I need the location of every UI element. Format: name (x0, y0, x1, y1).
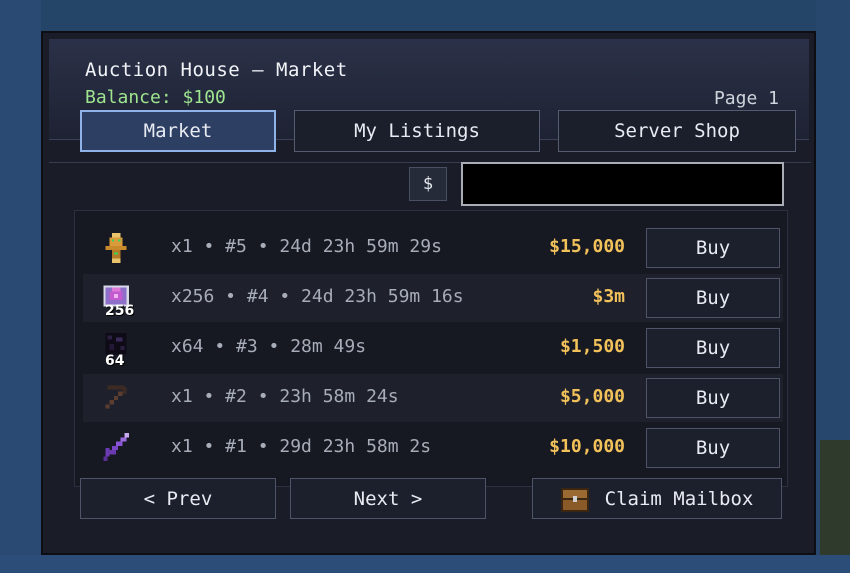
tab-label: Market (143, 120, 213, 142)
buy-button[interactable]: Buy (646, 378, 780, 418)
background-block (0, 555, 850, 573)
enchanted-crystal-icon: 256 (99, 281, 134, 319)
listing-info: x256 • #4 • 24d 23h 59m 16s (171, 286, 464, 307)
background-block (820, 440, 850, 573)
buy-label: Buy (695, 387, 731, 409)
listing-info: x1 • #1 • 29d 23h 58m 2s (171, 436, 432, 457)
tab-label: My Listings (354, 120, 480, 142)
tab-market[interactable]: Market (80, 110, 276, 152)
listing-row: 256 x256 • #4 • 24d 23h 59m 16s $3m Buy (83, 274, 783, 322)
listing-price: $1,500 (559, 336, 625, 357)
tab-server-shop[interactable]: Server Shop (558, 110, 796, 152)
listing-price: $5,000 (559, 386, 625, 407)
background-block (0, 0, 41, 573)
mailbox-label: Claim Mailbox (604, 487, 754, 510)
buy-label: Buy (695, 437, 731, 459)
currency-filter-button[interactable]: $ (409, 167, 447, 201)
totem-icon (99, 231, 133, 265)
listing-row: 64 x64 • #3 • 28m 49s $1,500 Buy (83, 324, 783, 372)
stack-count: 64 (105, 353, 125, 369)
tab-my-listings[interactable]: My Listings (294, 110, 540, 152)
filter-label: $ (422, 174, 434, 194)
pickaxe-icon (99, 381, 133, 415)
tab-label: Server Shop (614, 120, 740, 142)
next-page-button[interactable]: Next > (290, 478, 486, 519)
page-indicator: Page 1 (713, 88, 779, 109)
balance-label: Balance: $100 (85, 87, 226, 108)
background-block (41, 0, 816, 31)
stack-count: 256 (105, 303, 135, 319)
listing-info: x1 • #2 • 23h 58m 24s (171, 386, 399, 407)
buy-label: Buy (695, 337, 731, 359)
buy-button[interactable]: Buy (646, 278, 780, 318)
auction-panel: Auction House — Market Balance: $100 Pag… (41, 31, 816, 555)
buy-button[interactable]: Buy (646, 328, 780, 368)
buy-button[interactable]: Buy (646, 228, 780, 268)
listing-row: x1 • #1 • 29d 23h 58m 2s $10,000 Buy (83, 424, 783, 472)
listing-info: x64 • #3 • 28m 49s (171, 336, 367, 357)
listing-info: x1 • #5 • 24d 23h 59m 29s (171, 236, 442, 257)
prev-page-button[interactable]: < Prev (80, 478, 276, 519)
listing-price: $3m (592, 286, 625, 307)
buy-button[interactable]: Buy (646, 428, 780, 468)
listing-row: x1 • #5 • 24d 23h 59m 29s $15,000 Buy (83, 224, 783, 272)
listing-row: x1 • #2 • 23h 58m 24s $5,000 Buy (83, 374, 783, 422)
listing-price: $10,000 (549, 436, 625, 457)
prev-label: < Prev (143, 487, 213, 510)
buy-label: Buy (695, 287, 731, 309)
buy-label: Buy (695, 237, 731, 259)
chest-icon (560, 487, 589, 512)
search-input[interactable] (461, 162, 784, 206)
next-label: Next > (353, 487, 423, 510)
listing-list: x1 • #5 • 24d 23h 59m 29s $15,000 Buy 25… (74, 210, 788, 487)
obsidian-icon: 64 (99, 331, 133, 369)
enchanted-sword-icon (99, 431, 133, 465)
claim-mailbox-button[interactable]: Claim Mailbox (532, 478, 782, 519)
listing-price: $15,000 (549, 236, 625, 257)
page-title: Auction House — Market (85, 59, 348, 81)
